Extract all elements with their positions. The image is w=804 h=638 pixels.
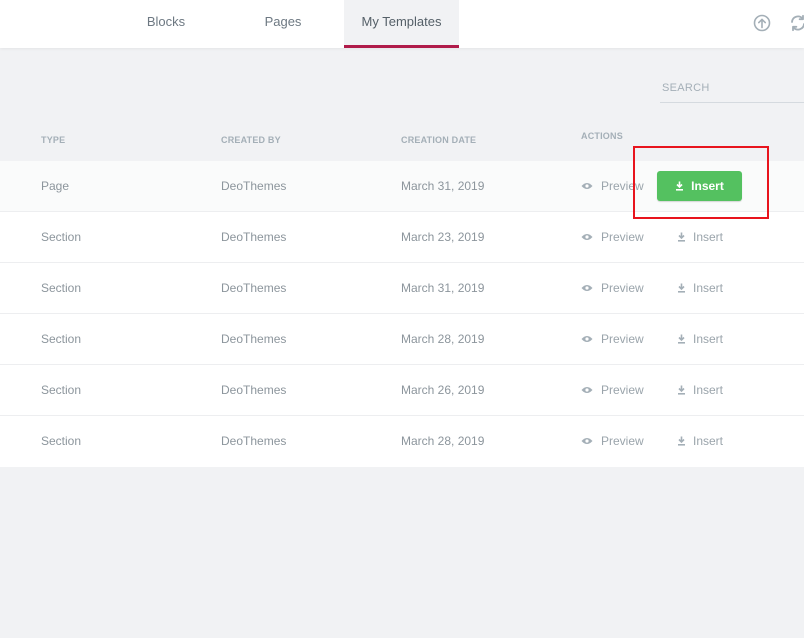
row-created-by: DeoThemes xyxy=(221,230,287,244)
insert-label: Insert xyxy=(691,179,724,193)
row-creation-date: March 28, 2019 xyxy=(401,332,485,346)
header-created-by: CREATED BY xyxy=(221,135,281,145)
preview-label: Preview xyxy=(601,281,644,295)
tab-blocks[interactable]: Blocks xyxy=(125,0,207,48)
row-type: Section xyxy=(41,281,82,295)
download-icon xyxy=(678,283,685,293)
insert-label: Insert xyxy=(693,434,724,448)
row-creation-date: March 31, 2019 xyxy=(401,179,485,193)
table-row: Section DeoThemes March 23, 2019 Preview… xyxy=(0,212,804,263)
row-creation-date: March 26, 2019 xyxy=(401,383,485,397)
row-type: Section xyxy=(41,332,82,346)
table-header: TYPE CREATED BY CREATION DATE ACTIONS xyxy=(0,130,804,154)
download-icon xyxy=(678,334,685,344)
eye-icon xyxy=(581,234,593,240)
eye-icon xyxy=(581,387,593,393)
preview-button[interactable]: Preview xyxy=(581,434,644,448)
preview-button[interactable]: Preview xyxy=(581,179,644,193)
table-row: Section DeoThemes March 28, 2019 Preview… xyxy=(0,314,804,365)
eye-icon xyxy=(581,285,593,291)
row-created-by: DeoThemes xyxy=(221,281,287,295)
table-row: Section DeoThemes March 26, 2019 Preview… xyxy=(0,365,804,416)
header-creation-date: CREATION DATE xyxy=(401,135,477,145)
insert-label: Insert xyxy=(693,230,724,244)
preview-button[interactable]: Preview xyxy=(581,281,644,295)
download-icon xyxy=(678,436,685,446)
header-type: TYPE xyxy=(41,135,66,145)
top-tab-bar: Blocks Pages My Templates xyxy=(0,0,804,48)
insert-label: Insert xyxy=(693,281,724,295)
table-row: Page DeoThemes March 31, 2019 Preview In… xyxy=(0,161,804,212)
row-created-by: DeoThemes xyxy=(221,383,287,397)
search-field xyxy=(660,76,804,103)
row-type: Section xyxy=(41,383,82,397)
row-type: Section xyxy=(41,230,82,244)
insert-button[interactable]: Insert xyxy=(677,434,723,448)
insert-button[interactable]: Insert xyxy=(677,332,723,346)
insert-label: Insert xyxy=(693,383,724,397)
search-input[interactable] xyxy=(660,76,804,100)
eye-icon xyxy=(581,183,593,189)
row-creation-date: March 31, 2019 xyxy=(401,281,485,295)
upload-icon[interactable] xyxy=(752,13,772,33)
insert-button[interactable]: Insert xyxy=(677,383,723,397)
preview-label: Preview xyxy=(601,383,644,397)
row-created-by: DeoThemes xyxy=(221,332,287,346)
preview-button[interactable]: Preview xyxy=(581,383,644,397)
sync-icon[interactable] xyxy=(788,13,804,33)
preview-label: Preview xyxy=(601,434,644,448)
insert-button[interactable]: Insert xyxy=(677,281,723,295)
insert-button[interactable]: Insert xyxy=(677,230,723,244)
table-row: Section DeoThemes March 31, 2019 Preview… xyxy=(0,263,804,314)
row-type: Section xyxy=(41,434,82,448)
eye-icon xyxy=(581,336,593,342)
templates-table: Page DeoThemes March 31, 2019 Preview In… xyxy=(0,161,804,467)
tab-pages[interactable]: Pages xyxy=(245,0,321,48)
insert-button[interactable]: Insert xyxy=(657,171,742,201)
preview-button[interactable]: Preview xyxy=(581,230,644,244)
insert-label: Insert xyxy=(693,332,724,346)
download-icon xyxy=(678,232,685,242)
eye-icon xyxy=(581,438,593,444)
row-created-by: DeoThemes xyxy=(221,179,287,193)
row-creation-date: March 28, 2019 xyxy=(401,434,485,448)
preview-button[interactable]: Preview xyxy=(581,332,644,346)
table-row: Section DeoThemes March 28, 2019 Preview… xyxy=(0,416,804,467)
header-actions: ACTIONS xyxy=(581,131,623,141)
row-type: Page xyxy=(41,179,70,193)
tab-my-templates[interactable]: My Templates xyxy=(344,0,459,48)
row-created-by: DeoThemes xyxy=(221,434,287,448)
download-icon xyxy=(676,181,684,191)
download-icon xyxy=(678,385,685,395)
preview-label: Preview xyxy=(601,230,644,244)
row-creation-date: March 23, 2019 xyxy=(401,230,485,244)
preview-label: Preview xyxy=(601,179,644,193)
preview-label: Preview xyxy=(601,332,644,346)
